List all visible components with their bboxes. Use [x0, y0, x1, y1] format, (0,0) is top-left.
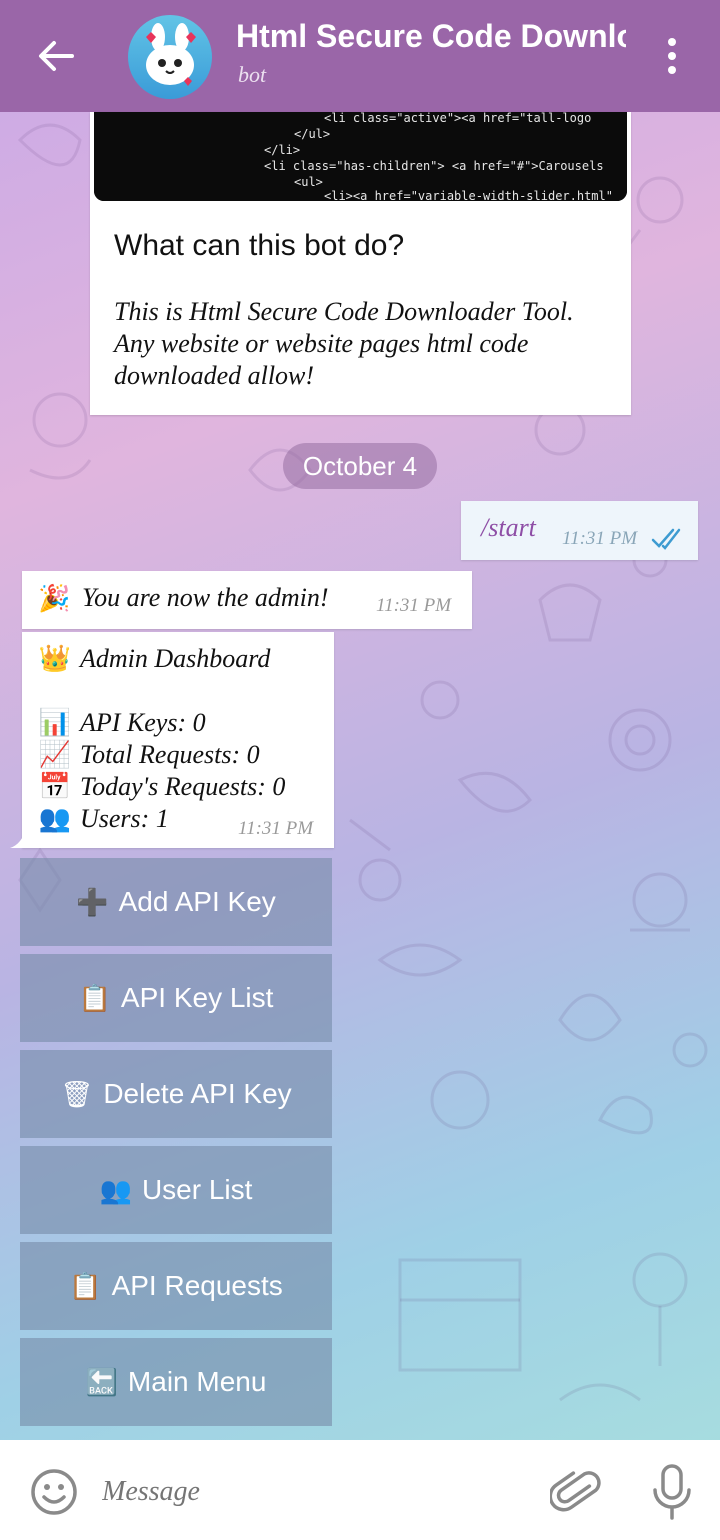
add-api-key-button[interactable]: ➕ Add API Key — [20, 858, 332, 946]
dashboard-today-requests: 📅 Today's Requests: 0 — [38, 772, 286, 804]
code-screenshot-graphic: <li class="active"><a href="tall-logo </… — [94, 112, 627, 201]
dashboard-message[interactable]: 👑 Admin Dashboard 📊 API Keys: 0 📈 Total Req… — [22, 632, 334, 848]
code-line: <li class="has-children"> <a href="#">Ca… — [264, 159, 604, 173]
intro-code-image: <li class="active"><a href="tall-logo </… — [94, 112, 627, 201]
chat-screen: Html Secure Code Downloader bot <li clas… — [0, 0, 720, 1540]
party-popper-icon: 🎉 — [38, 583, 71, 613]
dashboard-line-text: API Keys: 0 — [80, 708, 206, 737]
button-label: Main Menu — [127, 1366, 267, 1397]
message-composer — [0, 1440, 720, 1540]
dashboard-api-keys: 📊 API Keys: 0 — [38, 708, 206, 740]
delete-api-key-button[interactable]: 🗑 Delete API Key — [20, 1050, 332, 1138]
dashboard-total-requests: 📈 Total Requests: 0 — [38, 740, 260, 772]
button-label: User List — [141, 1174, 253, 1205]
code-line: <li><a href="variable-width-slider.html" — [324, 189, 613, 201]
button-label: Add API Key — [118, 886, 276, 917]
message-text: You are now the admin! — [82, 583, 329, 612]
bot-avatar[interactable] — [128, 15, 212, 99]
back-arrow-icon: 🔙 — [85, 1366, 118, 1397]
plus-icon: ➕ — [76, 886, 109, 917]
main-menu-button[interactable]: 🔙 Main Menu — [20, 1338, 332, 1426]
button-label: API Key List — [120, 982, 274, 1013]
code-line: </ul> — [294, 127, 330, 141]
users-icon: 👥 — [38, 804, 72, 833]
trend-chart-icon: 📈 — [38, 740, 72, 769]
dashboard-line-text: Total Requests: 0 — [80, 740, 260, 769]
microphone-icon[interactable] — [646, 1462, 698, 1522]
users-icon: 👥 — [99, 1174, 132, 1205]
chat-title[interactable]: Html Secure Code Downloader — [236, 18, 626, 55]
double-check-icon — [651, 528, 681, 550]
clipboard-icon: 📋 — [69, 1270, 102, 1301]
message-time: 11:31 PM — [238, 818, 314, 839]
emoji-icon[interactable] — [28, 1466, 80, 1518]
message-input[interactable] — [102, 1476, 522, 1508]
code-line: <ul> — [294, 175, 323, 189]
bot-intro-card: <li class="active"><a href="tall-logo </… — [90, 112, 631, 415]
dashboard-users: 👥 Users: 1 — [38, 804, 169, 836]
bar-chart-icon: 📊 — [38, 708, 72, 737]
intro-description: This is Html Secure Code Downloader Tool… — [114, 297, 574, 390]
intro-heading: What can this bot do? — [114, 229, 405, 262]
user-list-button[interactable]: 👥 User List — [20, 1146, 332, 1234]
dashboard-title: 👑 Admin Dashboard — [38, 644, 271, 676]
message-text: /start — [481, 513, 536, 542]
outgoing-message[interactable]: /start 11:31 PM — [461, 501, 698, 560]
code-line: </li> — [264, 143, 300, 157]
button-label: API Requests — [111, 1270, 283, 1301]
date-separator: October 4 — [283, 443, 437, 489]
message-time: 11:31 PM — [376, 595, 452, 616]
incoming-message[interactable]: 🎉 You are now the admin! 11:31 PM — [22, 571, 472, 629]
chat-header: Html Secure Code Downloader bot — [0, 0, 720, 112]
code-line: <li class="active"><a href="tall-logo — [324, 112, 591, 125]
crown-icon: 👑 — [38, 644, 72, 673]
button-label: Delete API Key — [103, 1078, 292, 1109]
api-requests-button[interactable]: 📋 API Requests — [20, 1242, 332, 1330]
trash-icon: 🗑 — [60, 1078, 94, 1109]
bunny-avatar-icon — [146, 23, 196, 86]
api-key-list-button[interactable]: 📋 API Key List — [20, 954, 332, 1042]
back-arrow-icon[interactable] — [32, 32, 80, 80]
message-time: 11:31 PM — [562, 528, 638, 549]
attachment-icon[interactable] — [550, 1466, 604, 1520]
chat-subtitle: bot — [238, 62, 267, 87]
dashboard-line-text: Users: 1 — [80, 804, 169, 833]
clipboard-icon: 📋 — [78, 982, 111, 1013]
dashboard-line-text: Admin Dashboard — [80, 644, 271, 673]
bubble-tail — [10, 828, 26, 848]
dashboard-line-text: Today's Requests: 0 — [80, 772, 286, 801]
calendar-icon: 📅 — [38, 772, 72, 801]
more-options-icon[interactable] — [654, 34, 690, 78]
